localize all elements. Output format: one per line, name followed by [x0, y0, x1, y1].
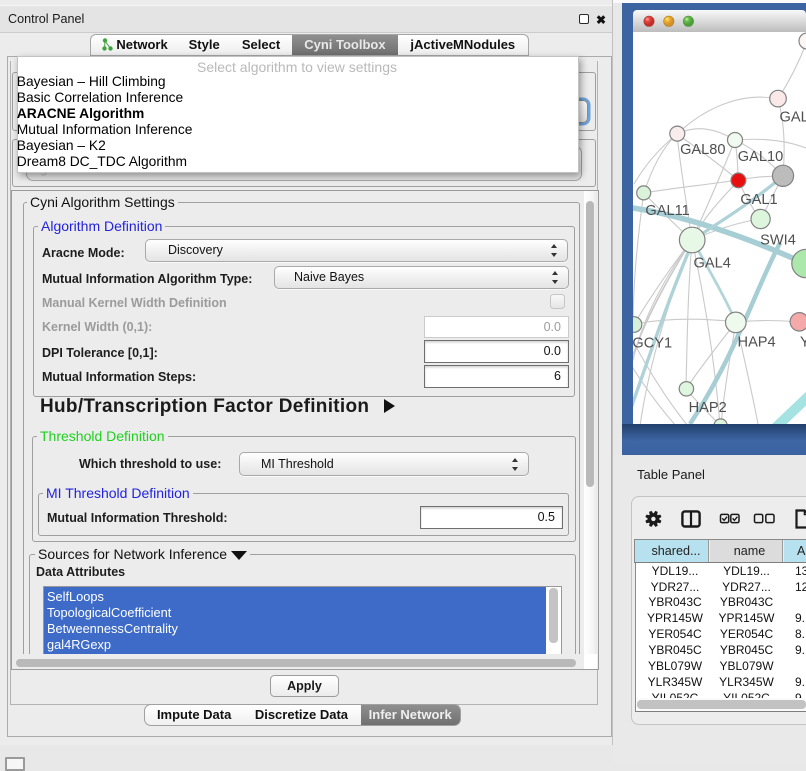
svg-text:GCY1: GCY1 — [633, 336, 672, 352]
svg-text:GAL10: GAL10 — [738, 149, 783, 165]
svg-text:YK: YK — [800, 335, 806, 351]
svg-text:GAL4: GAL4 — [694, 256, 731, 272]
svg-text:SWI4: SWI4 — [760, 233, 796, 249]
svg-text:GAL80: GAL80 — [680, 142, 725, 158]
svg-text:HAP2: HAP2 — [689, 400, 727, 416]
svg-text:GAL7: GAL7 — [780, 110, 806, 126]
svg-text:GAL11: GAL11 — [645, 203, 689, 219]
svg-text:GAL1: GAL1 — [740, 192, 777, 208]
svg-text:HAP4: HAP4 — [738, 335, 776, 351]
